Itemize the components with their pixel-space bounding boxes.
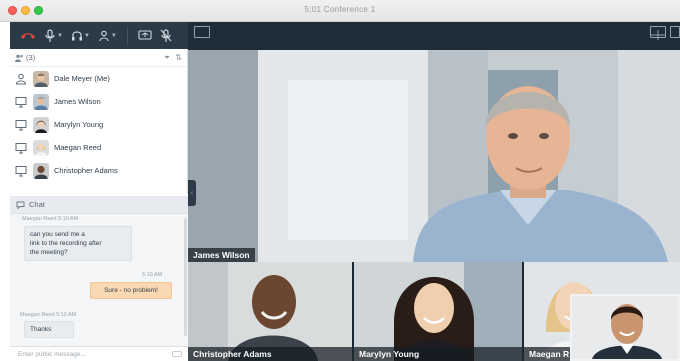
people-icon [15,54,23,62]
chat-scrollbar[interactable] [184,218,187,336]
filter-icon[interactable]: ⏷ [164,53,170,63]
participant-row[interactable]: James Wilson [10,90,187,113]
screen-share-button[interactable] [136,27,154,45]
microphone-icon [45,28,55,42]
layout-grid-icon[interactable] [650,26,666,40]
collapse-panel-handle[interactable]: ‹ [188,180,196,206]
speaker-video-image [188,50,680,262]
mute-icon [160,28,172,42]
message-line: can you send me a [30,231,85,238]
thumbnail-feed[interactable]: Christopher Adams [188,262,352,361]
monitor-icon [15,142,27,153]
chat-bubble-icon [16,201,25,209]
participant-name: Christopher Adams [54,166,118,175]
message-line: Sure - no problem! [104,287,158,294]
window-titlebar: 5:01 Conference 1 [0,0,680,22]
participant-row[interactable]: Christopher Adams [10,159,187,182]
participant-row[interactable]: Marylyn Young [10,113,187,136]
avatar [33,116,49,133]
self-view-video[interactable] [570,294,680,361]
participants-header: (3) ⏷ ⇅ [10,49,187,67]
person-icon [15,73,27,84]
chevron-down-icon: ▼ [110,32,117,39]
chat-title: Chat [29,200,45,209]
chat-input-placeholder: Enter public message... [18,351,86,358]
participant-name: Dale Meyer (Me) [54,74,110,83]
hang-up-icon [21,32,35,39]
avatar [33,162,49,179]
message-bubble-incoming: Thanks [24,321,74,338]
message-bubble-incoming: can you send me a link to the recording … [24,226,132,261]
call-toolbar: ▼ ▼ ▼ [10,22,188,49]
message-meta: 5:10 AM [142,272,163,278]
mute-button[interactable] [158,27,174,45]
participants-button[interactable]: ▼ [96,27,119,45]
message-line: link to the recording after [30,240,102,247]
monitor-icon [15,96,27,107]
participant-name: James Wilson [54,97,101,106]
video-area: James Wilson Christopher Adams Marylyn Y… [188,22,680,361]
speaker-name-label: James Wilson [188,248,255,262]
people-icon [99,30,109,41]
avatar [33,93,49,110]
video-top-bar [188,22,680,50]
screen-icon[interactable] [194,26,210,38]
chevron-left-icon: ‹ [190,189,194,197]
headset-icon [71,30,82,40]
main-video-feed[interactable]: James Wilson [188,50,680,262]
chevron-down-icon: ▼ [83,32,90,39]
participant-row[interactable]: Maegan Reed [10,136,187,159]
participant-count: (3) [26,53,36,62]
window-title: 5:01 Conference 1 [304,5,376,14]
message-bubble-outgoing: Sure - no problem! [90,282,172,299]
chevron-down-icon: ▼ [57,32,63,39]
screen-share-icon [138,30,152,40]
audio-device-button[interactable]: ▼ [69,27,92,45]
sort-icon[interactable]: ⇅ [175,53,182,63]
message-meta: Maegan Reed 5:10 AM [22,216,79,222]
hang-up-button[interactable] [18,27,38,45]
participant-name: Marylyn Young [54,120,104,129]
thumbnail-feed[interactable]: Marylyn Young [354,262,522,361]
self-view-image [572,296,678,359]
microphone-button[interactable]: ▼ [42,27,65,45]
thumbnail-name-label: Marylyn Young [354,347,522,361]
layout-speaker-icon[interactable] [670,26,680,38]
avatar [33,139,49,156]
chat-message-input[interactable]: Enter public message... [10,346,188,361]
participant-row[interactable]: Dale Meyer (Me) [10,67,187,90]
send-icon[interactable] [172,351,182,357]
toolbar-divider [126,27,128,44]
message-line: the meeting? [30,249,68,256]
chat-panel: Chat Maegan Reed 5:10 AM can you send me… [10,196,188,361]
thumbnail-name-label: Christopher Adams [188,347,352,361]
avatar [33,70,49,87]
participants-panel: (3) ⏷ ⇅ Dale Meyer (Me) James Wilson Mar… [10,49,188,194]
message-line: Thanks [30,326,52,333]
monitor-icon [15,119,27,130]
monitor-icon [15,165,27,176]
message-meta: Maegan Reed 5:10 AM [20,312,77,318]
participant-name: Maegan Reed [54,143,102,152]
chat-header[interactable]: Chat [10,196,188,214]
